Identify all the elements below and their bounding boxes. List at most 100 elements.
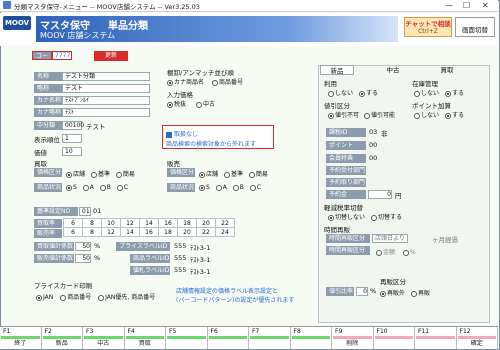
minimize-button[interactable]: —	[445, 1, 453, 10]
sell-status-opt-1: A	[222, 184, 227, 191]
sell-rate-cell[interactable]: 20	[177, 227, 197, 237]
price-card-radio-1[interactable]	[60, 294, 67, 301]
fkey-f8[interactable]: F8	[291, 327, 332, 349]
price-card-note-1: 店舗情報設定の価格ラベル表示設定と	[176, 288, 279, 295]
buy-status-radio-0[interactable]	[66, 184, 72, 191]
fkey-f10[interactable]: F10	[374, 327, 415, 349]
buy-rate-cell[interactable]: 14	[139, 218, 159, 228]
buy-rate-cell[interactable]: 22	[215, 218, 235, 228]
point-radio-0[interactable]	[414, 112, 420, 119]
sell-price-radio-2[interactable]	[248, 171, 255, 178]
not-handled-checkbox[interactable]: 取扱なし	[166, 129, 198, 138]
fkey-f2[interactable]: F2 新品	[42, 327, 83, 349]
buy-rate-cell[interactable]: 20	[196, 218, 216, 228]
tab-used[interactable]: 中古	[376, 65, 410, 75]
fkey-f11[interactable]: F11	[415, 327, 457, 349]
tax-input[interactable]: 10	[62, 147, 82, 156]
buy-status-radio-2[interactable]	[99, 184, 106, 191]
chat-button[interactable]: チャットで相談 Ctrl+Z	[404, 17, 452, 37]
sell-rate-cell[interactable]: 24	[215, 227, 235, 237]
fkey-f7[interactable]: F7	[249, 327, 291, 349]
fkey-f9[interactable]: F9 削除	[332, 327, 374, 349]
sell-status-radio-3[interactable]	[249, 184, 256, 191]
name-input[interactable]: テスト分類	[62, 72, 150, 81]
buy-rate-cell[interactable]: 8	[82, 218, 102, 228]
sell-rate-cell[interactable]: 8	[82, 227, 102, 237]
fkey-f4[interactable]: F4 買取	[125, 327, 166, 349]
mid-code-input[interactable]: 00100	[62, 121, 84, 130]
reduced-tax-radio-0[interactable]	[328, 214, 334, 221]
price-card-radio-2[interactable]	[98, 294, 105, 301]
price-card-title: プライスカード印刷	[34, 282, 93, 290]
short-input[interactable]: テスト	[62, 84, 150, 93]
sort-code-radio[interactable]	[211, 79, 218, 86]
sell-status-radio-0[interactable]	[199, 184, 205, 191]
tag-label-id-label: 値札ラベルID	[130, 266, 170, 275]
resale-type-input[interactable]: 店頭日より	[372, 234, 408, 243]
sell-status-radio-1[interactable]	[215, 184, 222, 191]
resale2-radio-0[interactable]	[380, 290, 386, 297]
resale-price-radio-1[interactable]	[402, 249, 409, 256]
deposit-input[interactable]: 0	[368, 190, 392, 199]
buy-price-radio-2[interactable]	[115, 171, 122, 178]
tab-new[interactable]: 新品	[320, 65, 354, 75]
sort-kana-radio[interactable]	[167, 79, 173, 86]
input-new-radio[interactable]	[167, 101, 173, 108]
point-radio-1[interactable]	[444, 112, 451, 119]
disp-input[interactable]: 1	[62, 134, 82, 143]
buy-price-radio-0[interactable]	[66, 171, 72, 178]
fkey-f5[interactable]: F5	[166, 327, 208, 349]
sell-rate-cell[interactable]: 22	[196, 227, 216, 237]
discount-radio-0[interactable]	[328, 112, 334, 119]
fkey-label: 終了	[14, 340, 27, 347]
fkey-f12[interactable]: F12 確定	[457, 327, 498, 349]
sell-rate-cell[interactable]: 14	[120, 227, 140, 237]
input-used-radio[interactable]	[195, 101, 202, 108]
sell-status-radio-2[interactable]	[232, 184, 239, 191]
buy-pct-input[interactable]: 50	[75, 242, 91, 251]
buy-status-radio-3[interactable]	[116, 184, 123, 191]
sell-rate-cell[interactable]: 12	[101, 227, 121, 237]
buy-rate-cell[interactable]: 18	[177, 218, 197, 228]
fkey-f3[interactable]: F3 中古	[83, 327, 125, 349]
buy-status-opt-2: B	[106, 184, 111, 191]
buy-rate-cell[interactable]: 12	[120, 218, 140, 228]
buy-rate-cell[interactable]: 6	[63, 218, 83, 228]
sell-price-radio-0[interactable]	[199, 171, 205, 178]
std-rate-input[interactable]: 0	[356, 287, 368, 296]
resale-price-radio-0[interactable]	[376, 249, 382, 256]
resale2-radio-1[interactable]	[410, 290, 417, 297]
discount-radio-1[interactable]	[363, 112, 370, 119]
buy-status-radio-1[interactable]	[82, 184, 89, 191]
update-button[interactable]: 更新	[94, 51, 128, 61]
price-card-radio-0[interactable]	[36, 294, 42, 301]
sell-pct-input[interactable]: 50	[75, 254, 91, 263]
stock-radio-0[interactable]	[414, 90, 420, 97]
close-button[interactable]: ✕	[482, 1, 489, 10]
buy-rate-cell[interactable]: 16	[158, 218, 178, 228]
stock-label: 在庫管理	[412, 80, 438, 88]
use-radio-1[interactable]	[358, 90, 365, 97]
maximize-button[interactable]: ☐	[463, 1, 470, 10]
sell-rate-cell[interactable]: 6	[63, 227, 83, 237]
buy-price-radio-1[interactable]	[90, 171, 97, 178]
short-label: 略称	[34, 84, 62, 93]
buy-rate-cell[interactable]: 10	[101, 218, 121, 228]
buy-pct-unit: %	[94, 242, 101, 250]
window-title: 分類マスタ保守-メニュー -- MOOV店舗システム -- Ver3.25.03	[14, 2, 200, 11]
screen-switch-button[interactable]: 画面切替	[455, 17, 495, 37]
code-input[interactable]: 7777	[52, 51, 72, 60]
master-code-input[interactable]: 01	[79, 207, 91, 216]
fkey-f1[interactable]: F1 終了	[0, 327, 42, 349]
reduced-tax-radio-1[interactable]	[370, 214, 377, 221]
fkey-f6[interactable]: F6	[208, 327, 249, 349]
fkey-key: F3	[86, 328, 94, 335]
sell-rate-cell[interactable]: 18	[158, 227, 178, 237]
use-radio-0[interactable]	[328, 90, 334, 97]
sell-price-radio-1[interactable]	[223, 171, 230, 178]
stock-radio-1[interactable]	[444, 90, 451, 97]
kana-short-input[interactable]: ﾃｽﾄ	[62, 108, 150, 117]
sell-rate-cell[interactable]: 16	[139, 227, 159, 237]
tab-buy[interactable]: 買取	[430, 65, 464, 75]
kana-input[interactable]: ﾃｽﾄﾌﾞﾝﾙｲ	[62, 96, 150, 105]
